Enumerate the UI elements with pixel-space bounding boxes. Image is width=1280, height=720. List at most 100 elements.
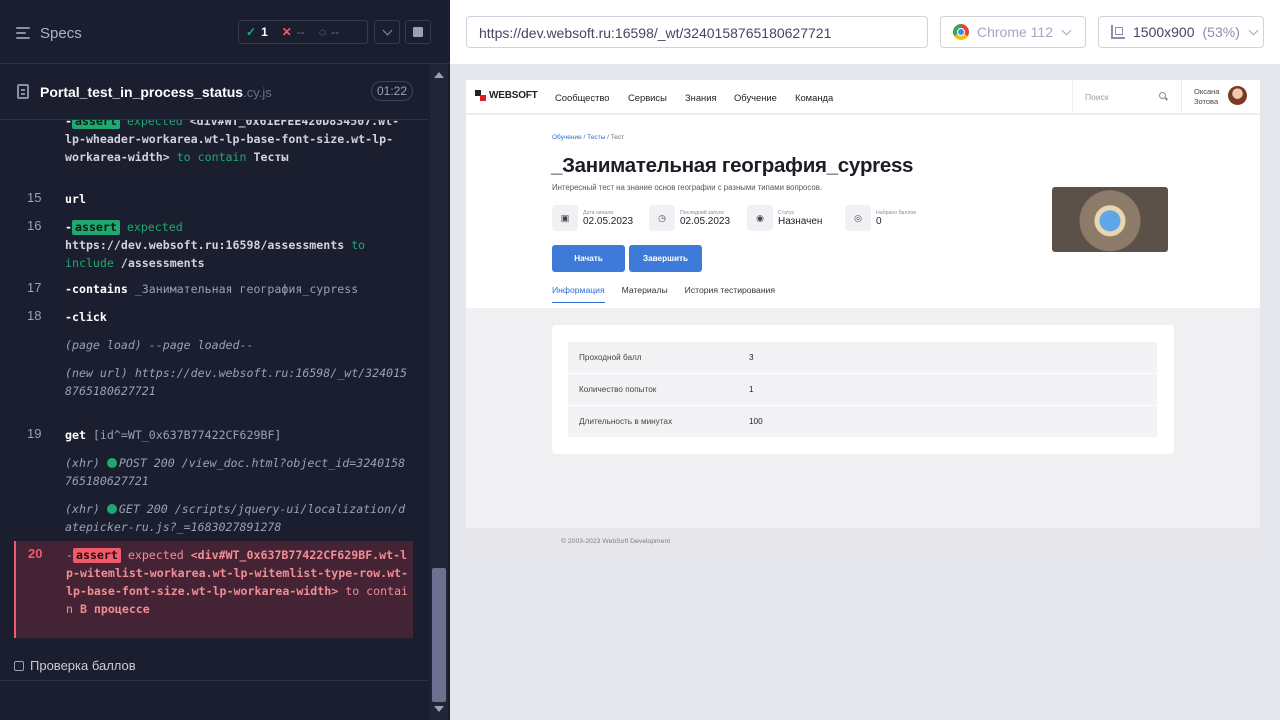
browser-selector[interactable]: Chrome 112 xyxy=(940,16,1086,48)
meta-value: Назначен xyxy=(778,215,823,227)
websoft-logo[interactable]: WEBSOFT xyxy=(475,90,538,101)
command-row[interactable]: 15 url xyxy=(15,190,413,214)
browser-name: Chrome 112 xyxy=(977,24,1054,40)
assert-value: В процессе xyxy=(79,602,150,616)
scroll-thumb[interactable] xyxy=(432,568,446,702)
chevron-down-icon xyxy=(1248,25,1259,35)
specs-label: Specs xyxy=(40,24,82,42)
meta-label: Набрано баллов xyxy=(876,209,917,216)
viewport-selector[interactable]: 1500x900 (53%) xyxy=(1098,16,1264,48)
command-body: (new url) https://dev.websoft.ru:16598/_… xyxy=(65,364,409,400)
command-number: 15 xyxy=(27,190,42,205)
specs-menu-icon xyxy=(16,26,32,40)
event-name: (new url) xyxy=(65,366,128,380)
cypress-runner-panel: Specs ✓ 1 ✕ -- ◌ -- Portal_test_in_proce… xyxy=(0,0,450,720)
user-last-name: Зотова xyxy=(1194,97,1219,106)
tab-info[interactable]: Информация xyxy=(552,285,605,303)
command-name: click xyxy=(71,310,107,324)
command-row[interactable]: (xhr) GET 200 /scripts/jquery-ui/localiz… xyxy=(15,500,413,538)
command-row[interactable]: 18 -click xyxy=(15,308,413,330)
clock-icon: ◷ xyxy=(649,205,675,231)
command-name: get xyxy=(65,428,86,442)
status-dot-icon xyxy=(106,458,117,468)
collapse-button[interactable] xyxy=(374,20,400,44)
command-row[interactable]: 16 - assert expected https://dev.websoft.… xyxy=(15,218,413,272)
viewport-size: 1500x900 xyxy=(1133,24,1195,40)
meta-start-date: ▣ Дата начала 02.05.2023 xyxy=(552,204,633,232)
command-number: 17 xyxy=(27,280,42,295)
meta-value: 02.05.2023 xyxy=(583,215,634,227)
nav-team[interactable]: Команда xyxy=(795,92,833,103)
nav-community[interactable]: Сообщество xyxy=(555,92,609,103)
meta-score: ◎ Набрано баллов 0 xyxy=(845,204,916,232)
search-icon[interactable] xyxy=(1159,92,1166,99)
command-body: -click xyxy=(65,310,107,324)
command-body: (xhr) POST 200 /view_doc.html?object_id=… xyxy=(65,454,409,490)
meta-label: Последний запуск xyxy=(680,209,724,216)
spec-extension: .cy.js xyxy=(243,85,272,100)
command-body: get [id^=WT_0x637B77422CF629BF] xyxy=(65,426,409,444)
scroll-down-icon[interactable] xyxy=(434,706,444,712)
stop-button[interactable] xyxy=(405,20,431,44)
command-name: contains xyxy=(71,282,128,296)
assert-value: Тесты xyxy=(253,150,289,164)
breadcrumb-learning[interactable]: Обучение xyxy=(552,134,582,141)
row-key: Длительность в минутах xyxy=(579,417,673,426)
assert-badge: assert xyxy=(71,120,120,129)
command-row[interactable]: 17 -contains _Занимательная география_cy… xyxy=(15,280,413,302)
site-header: WEBSOFT Сообщество Сервисы Знания Обучен… xyxy=(466,80,1260,114)
command-log-scrollbar[interactable] xyxy=(430,64,448,720)
nav-learning[interactable]: Обучение xyxy=(734,92,777,103)
command-number: 20 xyxy=(28,546,43,561)
score-icon: ◎ xyxy=(845,205,871,231)
user-first-name: Оксана xyxy=(1194,87,1220,96)
assert-operator: to contain xyxy=(176,150,247,164)
command-row-failed[interactable]: 20 - assert expected <div#WT_0x637B77422C… xyxy=(14,541,413,638)
command-row[interactable]: (xhr) POST 200 /view_doc.html?object_id=… xyxy=(15,454,413,492)
assert-badge: assert xyxy=(71,220,120,235)
chevron-down-icon xyxy=(382,25,392,35)
spec-title-bar: Portal_test_in_process_status.cy.js xyxy=(0,64,428,120)
passed-stat: ✓ 1 xyxy=(239,25,275,39)
spec-file-name[interactable]: Portal_test_in_process_status.cy.js xyxy=(40,84,272,100)
table-row: Проходной балл 3 xyxy=(568,342,1157,373)
row-value: 1 xyxy=(749,385,754,394)
command-row[interactable]: - assert expected <div#WT_0x61EFEE420D834… xyxy=(15,120,413,182)
nav-services[interactable]: Сервисы xyxy=(628,92,667,103)
command-number: 18 xyxy=(27,308,42,323)
specs-button[interactable]: Specs xyxy=(16,22,82,44)
tab-history[interactable]: История тестирования xyxy=(685,285,775,303)
pending-count: -- xyxy=(330,25,339,39)
scroll-up-icon[interactable] xyxy=(434,72,444,78)
event-name: (page load) xyxy=(65,338,142,352)
command-row[interactable]: (new url) https://dev.websoft.ru:16598/_… xyxy=(15,364,413,418)
nav-knowledge[interactable]: Знания xyxy=(685,92,717,103)
spec-name-text: Portal_test_in_process_status xyxy=(40,84,244,100)
user-name[interactable]: Оксана Зотова xyxy=(1194,87,1219,107)
command-body: -contains _Занимательная география_cypre… xyxy=(65,282,359,296)
stop-icon xyxy=(413,27,423,37)
search-input[interactable]: Поиск xyxy=(1085,92,1109,102)
browser-toolbar: https://dev.websoft.ru:16598/_wt/3240158… xyxy=(450,0,1280,64)
tab-materials[interactable]: Материалы xyxy=(622,285,668,303)
assert-text: expected xyxy=(127,548,184,562)
next-test-title: Проверка баллов xyxy=(30,658,136,673)
assert-subject: https://dev.websoft.ru:16598/assessments xyxy=(65,238,345,252)
logo-text: WEBSOFT xyxy=(489,90,538,101)
next-test-item[interactable]: Проверка баллов xyxy=(14,658,136,673)
breadcrumb-tests[interactable]: Тесты xyxy=(587,134,605,141)
divider xyxy=(1072,80,1073,114)
url-field[interactable]: https://dev.websoft.ru:16598/_wt/3240158… xyxy=(466,16,928,48)
row-value: 100 xyxy=(749,417,763,426)
command-row[interactable]: (page load) --page loaded-- xyxy=(15,336,413,358)
start-button[interactable]: Начать xyxy=(552,245,625,272)
meta-last-run: ◷ Последний запуск 02.05.2023 xyxy=(649,204,730,232)
runner-header: Specs ✓ 1 ✕ -- ◌ -- xyxy=(0,0,450,64)
finish-button[interactable]: Завершить xyxy=(629,245,702,272)
command-row[interactable]: 19 get [id^=WT_0x637B77422CF629BF] xyxy=(15,426,413,448)
command-value: [id^=WT_0x637B77422CF629BF] xyxy=(92,428,282,442)
spec-duration: 01:22 xyxy=(371,81,413,101)
table-row: Длительность в минутах 100 xyxy=(568,406,1157,437)
avatar[interactable] xyxy=(1228,86,1247,105)
command-body: - assert expected <div#WT_0x637B77422CF62… xyxy=(66,548,409,616)
